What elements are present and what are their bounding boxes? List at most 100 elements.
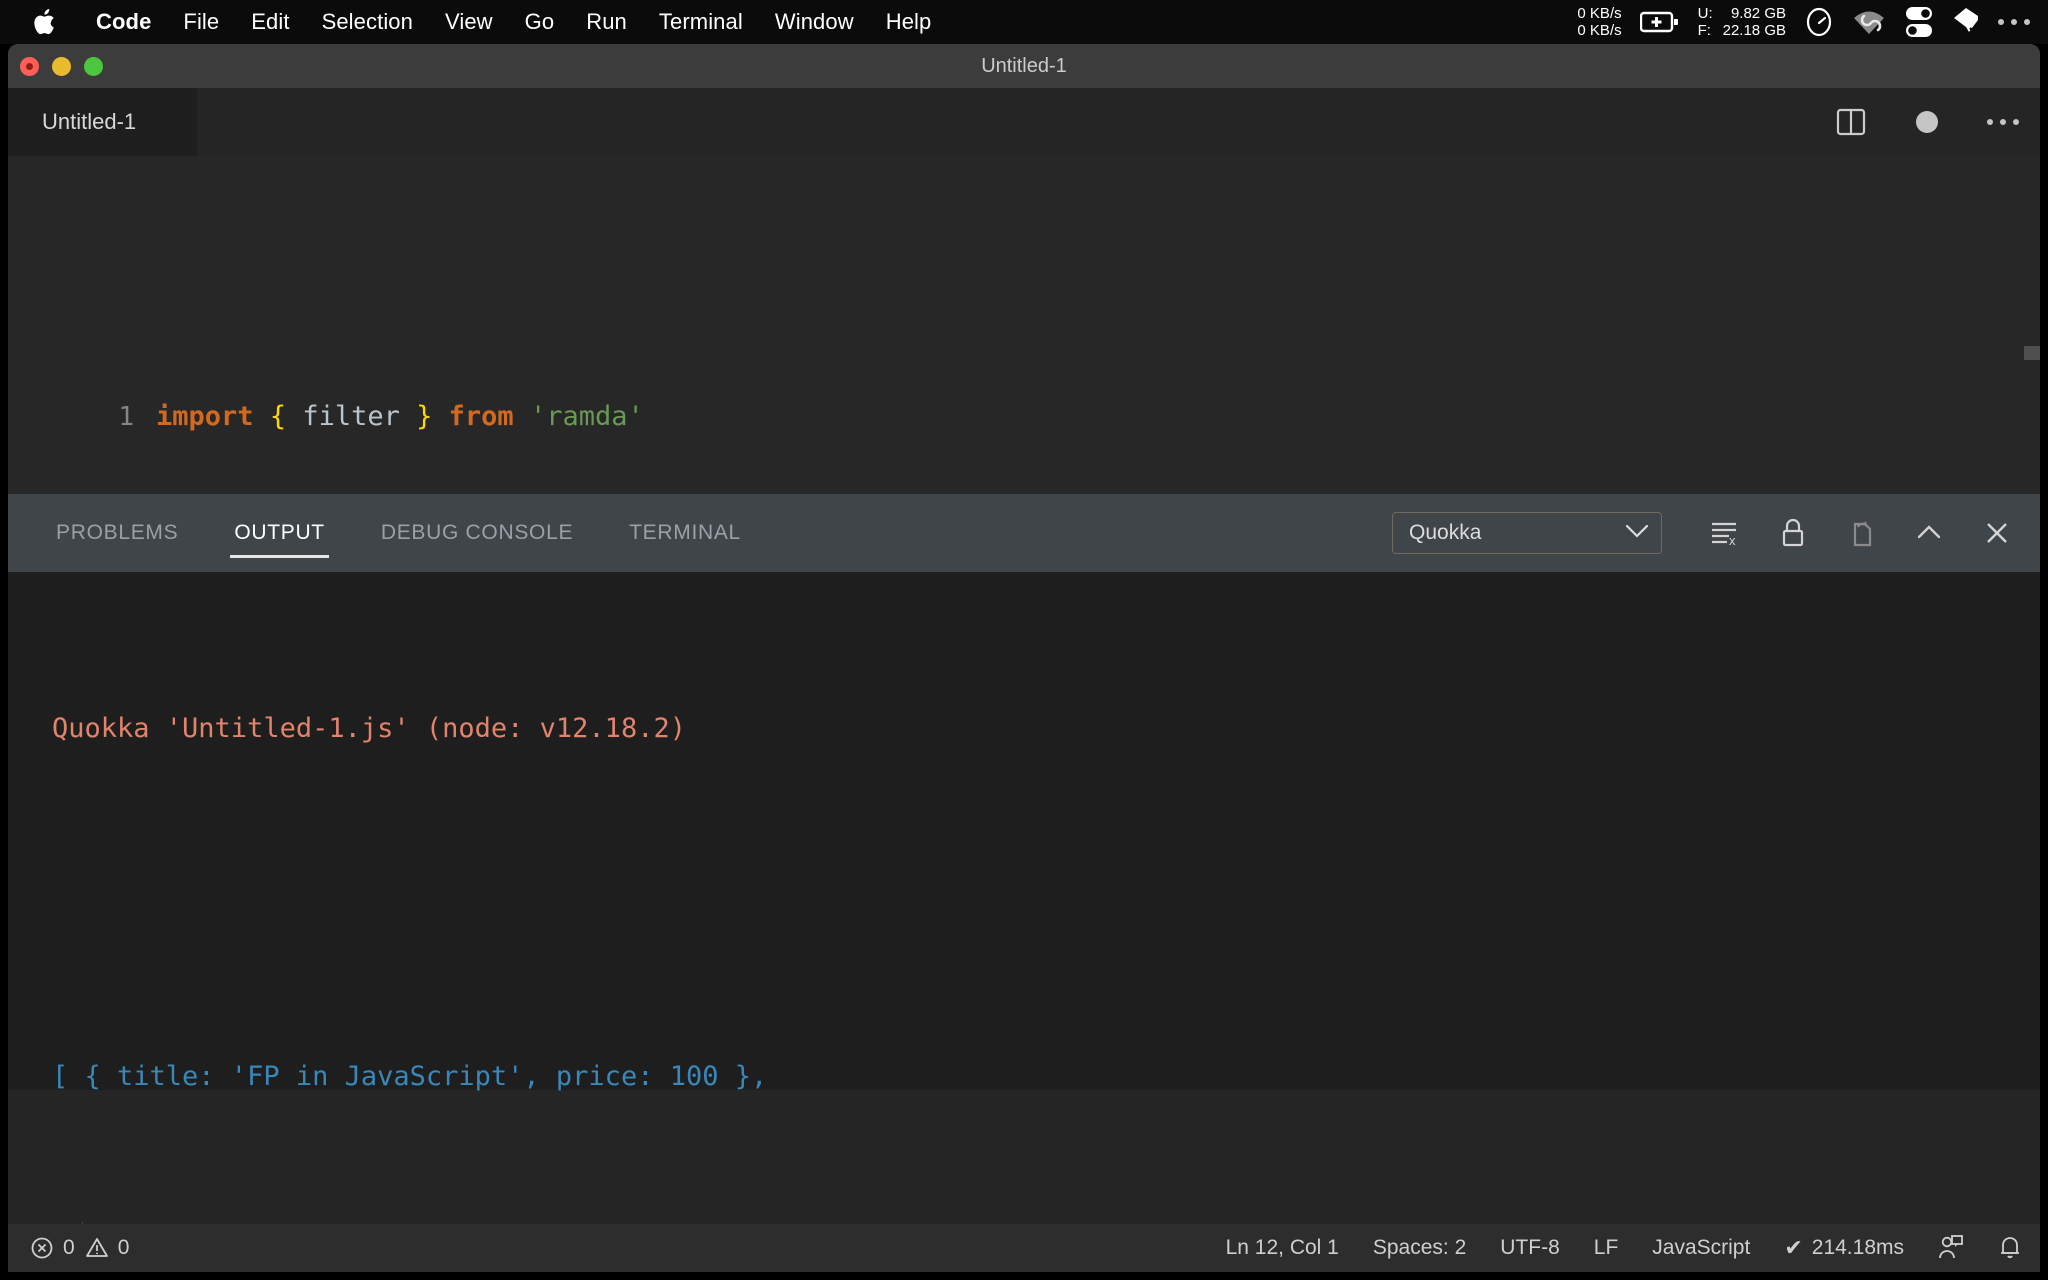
gauge-icon[interactable] bbox=[1804, 6, 1834, 38]
memory-usage-indicator[interactable]: U: 9.82 GB F: 22.18 GB bbox=[1698, 5, 1786, 39]
token-keyword-import: import bbox=[156, 401, 254, 432]
close-panel-icon[interactable] bbox=[1980, 516, 2014, 550]
error-circle-icon bbox=[30, 1236, 54, 1260]
output-panel-body[interactable]: Quokka 'Untitled-1.js' (node: v12.18.2) … bbox=[8, 572, 2040, 1272]
status-indentation[interactable]: Spaces: 2 bbox=[1373, 1236, 1466, 1260]
menu-item-run[interactable]: Run bbox=[570, 9, 643, 35]
status-errors-count: 0 bbox=[63, 1236, 75, 1259]
menu-bar-items: Code File Edit Selection View Go Run Ter… bbox=[0, 0, 947, 44]
token-ident-filter: filter bbox=[286, 401, 417, 432]
status-bar: 0 0 Ln 12, Col 1 Spaces: 2 UTF-8 LF Java… bbox=[8, 1224, 2040, 1272]
battery-charging-icon[interactable] bbox=[1639, 11, 1680, 33]
line-number: 1 bbox=[118, 402, 134, 432]
screen: Code File Edit Selection View Go Run Ter… bbox=[0, 0, 2048, 1280]
window-title: Untitled-1 bbox=[981, 54, 1067, 77]
menu-item-edit[interactable]: Edit bbox=[235, 9, 305, 35]
code-content-line-1: import { filter } from 'ramda' bbox=[156, 388, 644, 446]
editor-vertical-scrollbar[interactable] bbox=[2024, 346, 2040, 360]
bell-icon[interactable] bbox=[1998, 1234, 2022, 1262]
token-keyword-from: from bbox=[432, 401, 530, 432]
editor-lines: 1 import { filter } from 'ramda' 2 3 let… bbox=[8, 156, 2040, 494]
output-channel-select[interactable]: Quokka bbox=[1392, 512, 1662, 554]
clear-output-icon[interactable]: x bbox=[1708, 516, 1742, 550]
tab-more-dot-2 bbox=[2000, 119, 2006, 125]
status-errors[interactable]: 0 bbox=[30, 1236, 75, 1260]
more-actions-icon[interactable] bbox=[1986, 105, 2020, 139]
more-dot-3 bbox=[2024, 19, 2030, 25]
output-result-text-1: [ { title: 'FP in JavaScript', price: 10… bbox=[52, 1061, 768, 1092]
panel-tab-terminal[interactable]: TERMINAL bbox=[625, 494, 745, 572]
unsaved-indicator bbox=[1916, 111, 1938, 133]
status-bar-left: 0 0 bbox=[8, 1236, 129, 1260]
panel-header: PROBLEMS OUTPUT DEBUG CONSOLE TERMINAL Q… bbox=[8, 494, 2040, 572]
lock-scroll-icon[interactable] bbox=[1776, 516, 1810, 550]
status-quokka-time-value: 214.18ms bbox=[1811, 1236, 1904, 1259]
svg-text:x: x bbox=[1729, 533, 1736, 547]
memory-free-label: F: bbox=[1697, 22, 1711, 39]
minimize-button[interactable] bbox=[52, 56, 71, 76]
code-line-1: 1 import { filter } from 'ramda' bbox=[8, 388, 2040, 446]
memory-free-value: 22.18 GB bbox=[1722, 22, 1786, 39]
split-editor-icon[interactable] bbox=[1834, 105, 1868, 139]
status-warnings-count: 0 bbox=[117, 1236, 130, 1259]
menu-item-file[interactable]: File bbox=[167, 9, 235, 35]
menu-item-terminal[interactable]: Terminal bbox=[643, 9, 759, 35]
network-upload-speed: 0 KB/s bbox=[1577, 5, 1622, 22]
status-cursor-position[interactable]: Ln 12, Col 1 bbox=[1226, 1236, 1339, 1260]
editor-tabbar: Untitled-1 bbox=[8, 88, 2040, 156]
status-encoding[interactable]: UTF-8 bbox=[1500, 1236, 1560, 1260]
menu-item-window[interactable]: Window bbox=[759, 9, 870, 35]
feedback-icon[interactable] bbox=[1938, 1234, 1964, 1262]
menu-item-view[interactable]: View bbox=[429, 9, 509, 35]
status-warnings[interactable]: 0 bbox=[85, 1236, 130, 1260]
close-button[interactable] bbox=[20, 56, 39, 76]
menu-item-code[interactable]: Code bbox=[80, 9, 167, 35]
maximize-panel-icon[interactable] bbox=[1912, 516, 1946, 550]
panel-actions: Quokka x bbox=[1392, 494, 2014, 572]
toggles-icon[interactable] bbox=[1904, 5, 1934, 39]
status-quokka-timing[interactable]: ✔ 214.18ms bbox=[1784, 1235, 1904, 1261]
menu-bar-status-area: 0 KB/s 0 KB/s U: 9.82 GB F: 22.18 GB bbox=[1577, 0, 2048, 44]
menu-item-selection[interactable]: Selection bbox=[306, 9, 429, 35]
memory-used-label: U: bbox=[1697, 5, 1713, 22]
status-language-mode[interactable]: JavaScript bbox=[1652, 1236, 1750, 1260]
apple-logo-icon[interactable] bbox=[28, 7, 62, 37]
output-line-header: Quokka 'Untitled-1.js' (node: v12.18.2) bbox=[8, 700, 2040, 758]
wifi-icon[interactable] bbox=[1852, 8, 1886, 36]
tab-more-dot-3 bbox=[2013, 119, 2019, 125]
memory-used-value: 9.82 GB bbox=[1730, 5, 1786, 22]
token-brace-close: } bbox=[416, 401, 433, 432]
window-titlebar: Untitled-1 bbox=[8, 44, 2040, 88]
more-dot-1 bbox=[1998, 19, 2004, 25]
status-bar-right: Ln 12, Col 1 Spaces: 2 UTF-8 LF JavaScri… bbox=[1226, 1234, 2022, 1262]
token-brace-open: { bbox=[269, 401, 287, 432]
mac-menu-bar: Code File Edit Selection View Go Run Ter… bbox=[0, 0, 2048, 44]
network-download-speed: 0 KB/s bbox=[1577, 22, 1622, 39]
token-string-ramda: 'ramda' bbox=[529, 401, 644, 432]
warning-triangle-icon bbox=[85, 1236, 109, 1260]
cube-icon[interactable] bbox=[1952, 6, 1980, 38]
unsaved-dot-icon[interactable] bbox=[1910, 105, 1944, 139]
output-channel-value: Quokka bbox=[1409, 521, 1482, 544]
panel-tab-output[interactable]: OUTPUT bbox=[230, 494, 329, 572]
panel-tab-problems[interactable]: PROBLEMS bbox=[52, 494, 182, 572]
more-icon[interactable] bbox=[1998, 19, 2030, 25]
vscode-window: Untitled-1 Untitled-1 1 import {filter … bbox=[8, 44, 2040, 1272]
more-dot-2 bbox=[2011, 19, 2017, 25]
status-eol[interactable]: LF bbox=[1594, 1236, 1619, 1260]
bottom-panel: PROBLEMS OUTPUT DEBUG CONSOLE TERMINAL Q… bbox=[8, 494, 2040, 1272]
zoom-button[interactable] bbox=[84, 56, 103, 76]
open-in-editor-icon[interactable] bbox=[1844, 516, 1878, 550]
editor-tab-untitled-1[interactable]: Untitled-1 bbox=[8, 88, 198, 156]
panel-tab-debug-console[interactable]: DEBUG CONSOLE bbox=[377, 494, 577, 572]
window-traffic-lights bbox=[20, 44, 103, 88]
tab-more-dot-1 bbox=[1987, 119, 1993, 125]
network-speed-indicator[interactable]: 0 KB/s 0 KB/s bbox=[1577, 5, 1621, 39]
code-editor[interactable]: 1 import { filter } from 'ramda' 2 3 let… bbox=[8, 156, 2040, 494]
output-line-blank bbox=[8, 874, 2040, 932]
output-line-result-1: [ { title: 'FP in JavaScript', price: 10… bbox=[8, 1048, 2040, 1106]
menu-item-help[interactable]: Help bbox=[870, 9, 948, 35]
menu-item-go[interactable]: Go bbox=[509, 9, 571, 35]
editor-tab-label: Untitled-1 bbox=[42, 109, 137, 134]
